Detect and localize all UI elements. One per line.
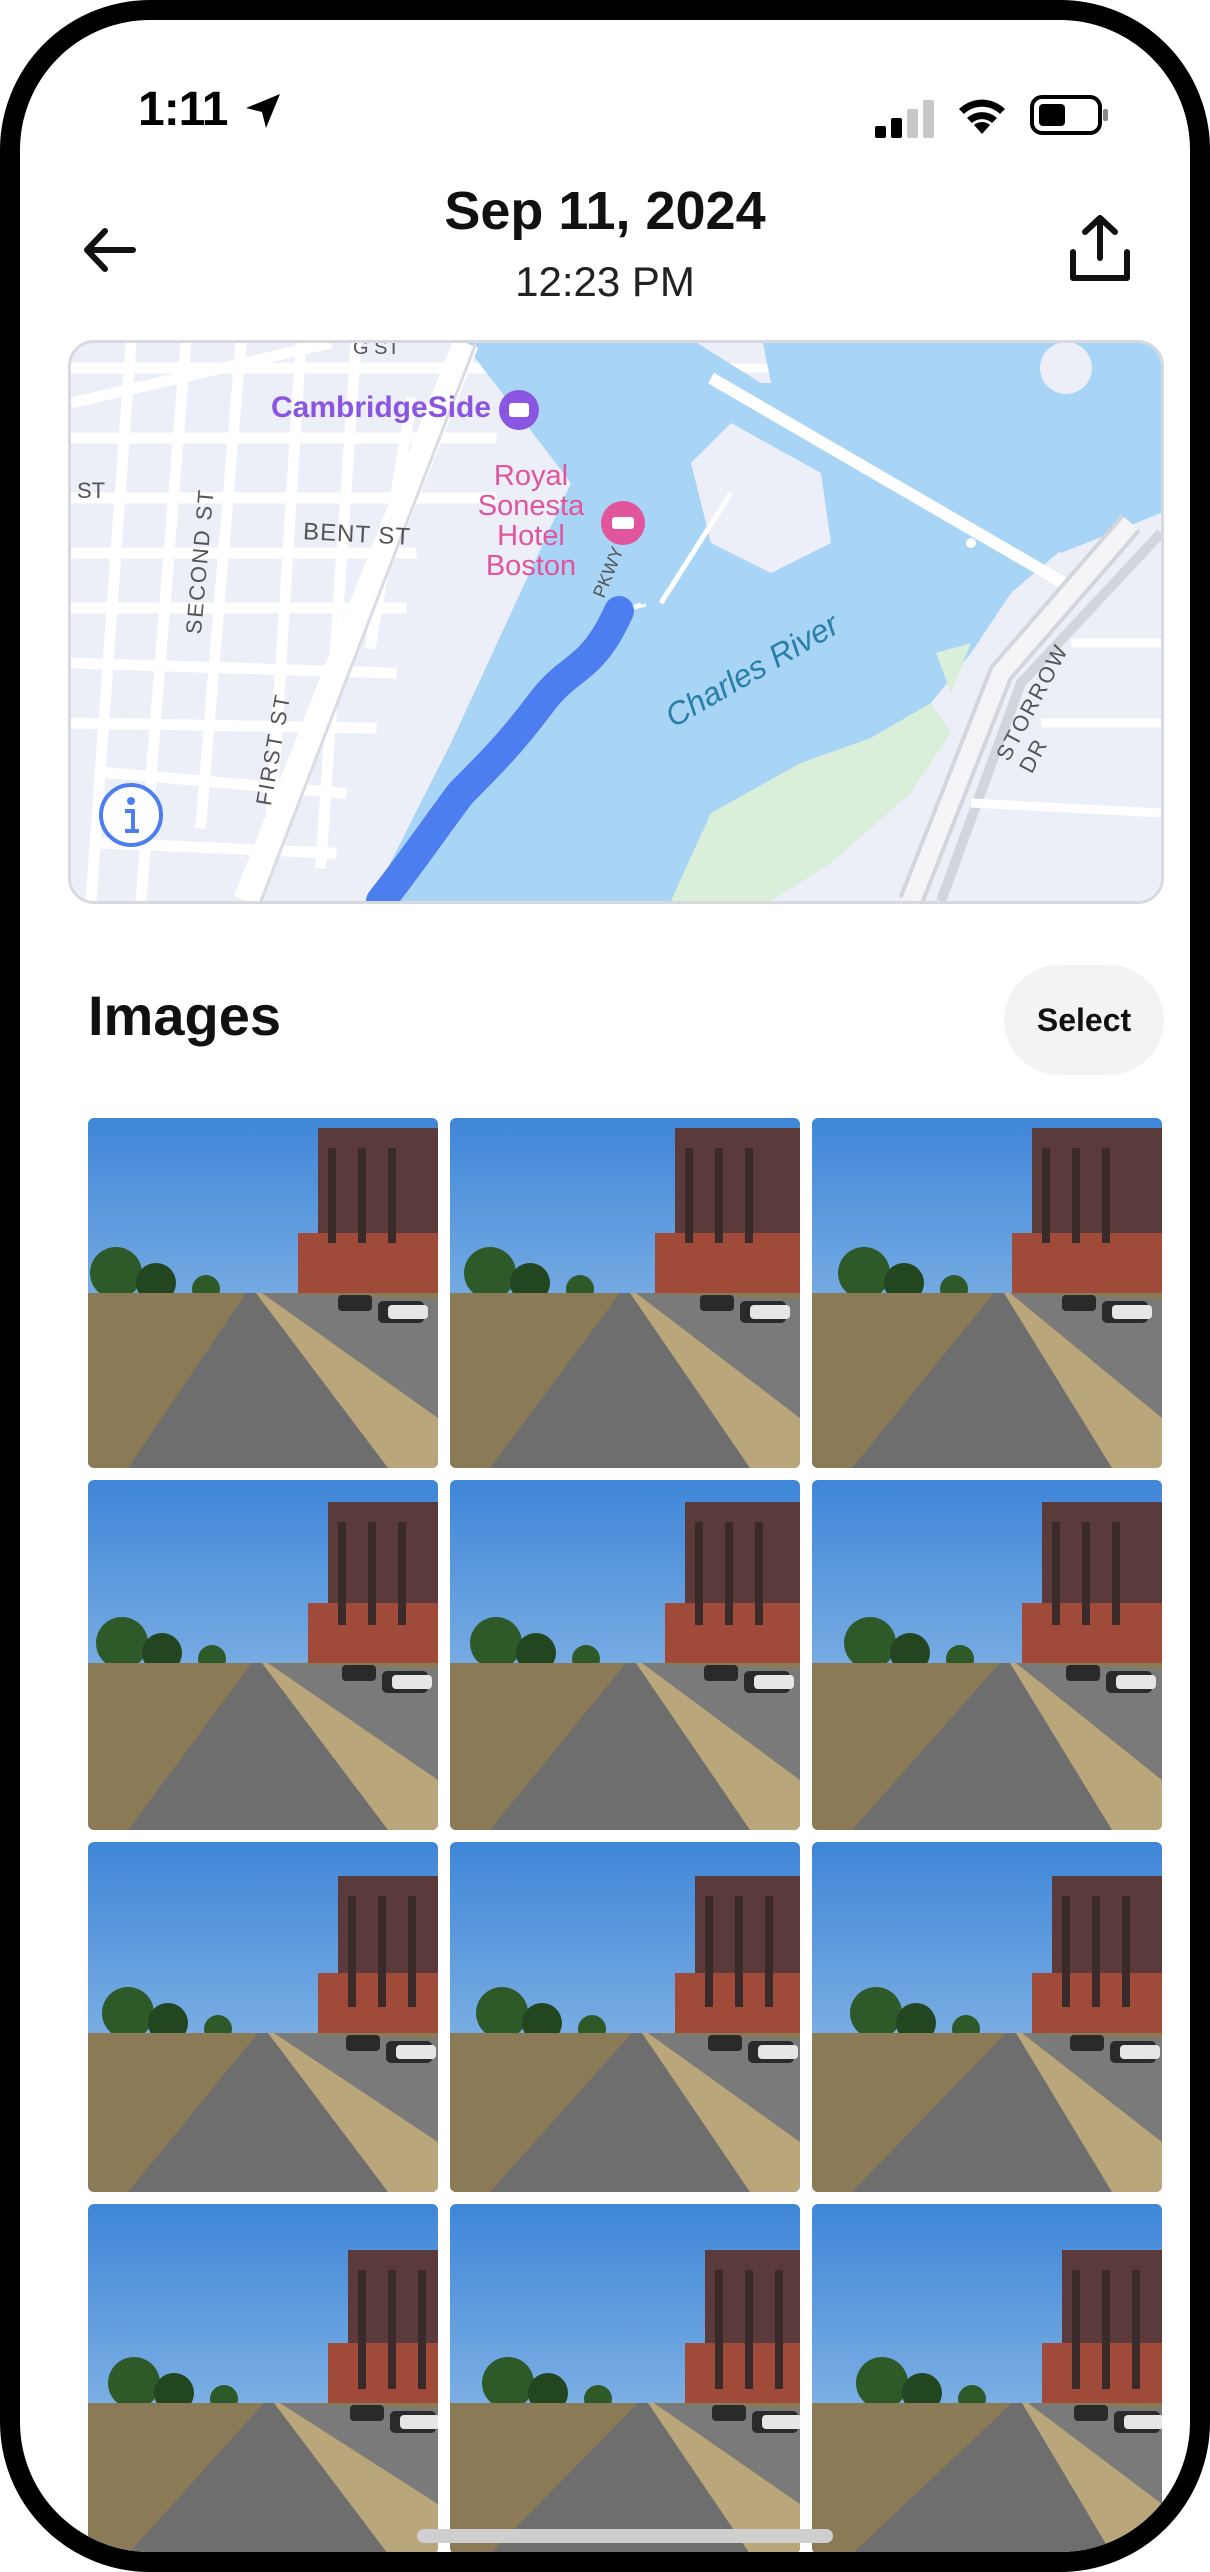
map-label-hotel: Royal Sonesta Hotel Boston (466, 461, 596, 581)
image-thumbnail[interactable] (812, 1118, 1162, 1468)
image-thumbnail[interactable] (812, 1480, 1162, 1830)
image-grid (88, 1118, 1164, 2552)
image-thumbnail[interactable] (88, 1842, 438, 2192)
photo-thumbnail-image (812, 1118, 1162, 1468)
select-button[interactable]: Select (1004, 965, 1164, 1075)
photo-thumbnail-image (450, 1480, 800, 1830)
battery-icon (1030, 95, 1108, 135)
hotel-line-1: Royal (493, 460, 569, 492)
image-thumbnail[interactable] (88, 2204, 438, 2552)
home-indicator[interactable] (417, 2529, 833, 2543)
page-subtitle-time: 12:23 PM (515, 258, 695, 305)
hotel-line-3: Hotel (497, 520, 565, 552)
map-label-bent-st: BENT ST (302, 518, 412, 551)
photo-thumbnail-image (450, 1842, 800, 2192)
cellular-signal-icon (875, 100, 934, 138)
share-upload-icon[interactable] (1065, 212, 1135, 286)
route-map[interactable]: CambridgeSide Royal Sonesta Hotel Boston… (68, 340, 1164, 904)
wifi-icon (959, 99, 1005, 134)
hotel-line-2: Sonesta (477, 490, 585, 522)
photo-thumbnail-image (88, 1480, 438, 1830)
images-title: Images (88, 984, 281, 1047)
image-thumbnail[interactable] (450, 2204, 800, 2552)
photo-thumbnail-image (88, 1842, 438, 2192)
image-thumbnail[interactable] (812, 2204, 1162, 2552)
phone-frame: 1:11 Sep 11, 2024 12:23 PM CambridgeSide… (0, 0, 1210, 2572)
map-label-cambridgeside: CambridgeSide (271, 391, 492, 424)
photo-thumbnail-image (88, 1118, 438, 1468)
top-nav-bar: Sep 11, 2024 12:23 PM (20, 170, 1190, 320)
info-icon[interactable] (96, 780, 166, 850)
status-bar: 1:11 (20, 20, 1190, 170)
images-section-header: Images Select (68, 965, 1164, 1075)
map-label-g-st: G ST (353, 340, 400, 359)
image-thumbnail[interactable] (812, 1842, 1162, 2192)
image-thumbnail[interactable] (88, 1480, 438, 1830)
photo-thumbnail-image (88, 2204, 438, 2552)
image-thumbnail[interactable] (88, 1118, 438, 1468)
photo-thumbnail-image (450, 1118, 800, 1468)
location-arrow-icon (246, 94, 280, 128)
hotel-line-4: Boston (485, 550, 577, 582)
status-time: 1:11 (138, 83, 228, 136)
map-label-st-left: ST (77, 478, 106, 503)
page-title-date: Sep 11, 2024 (444, 181, 766, 241)
image-thumbnail[interactable] (450, 1118, 800, 1468)
image-thumbnail[interactable] (450, 1480, 800, 1830)
photo-thumbnail-image (812, 1842, 1162, 2192)
image-thumbnail[interactable] (450, 1842, 800, 2192)
photo-thumbnail-image (812, 2204, 1162, 2552)
photo-thumbnail-image (450, 2204, 800, 2552)
photo-thumbnail-image (812, 1480, 1162, 1830)
